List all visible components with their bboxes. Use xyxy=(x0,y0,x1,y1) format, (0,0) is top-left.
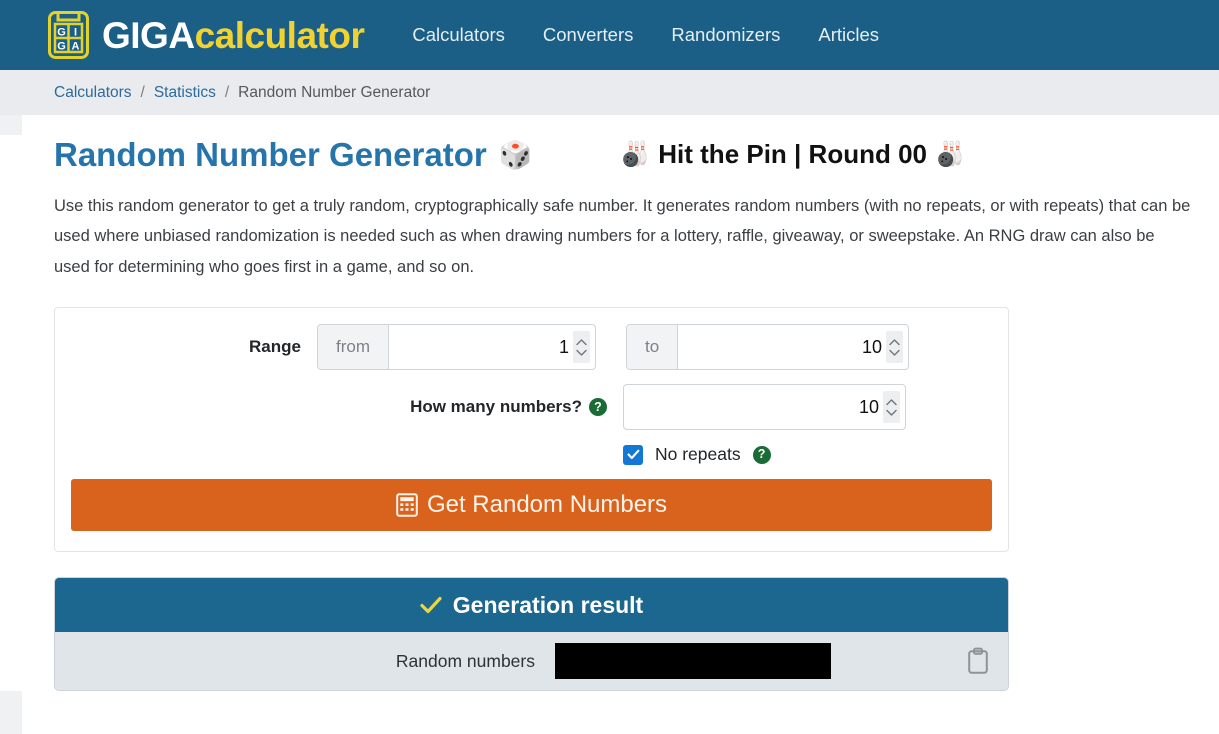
range-row: Range from 1 to 10 xyxy=(71,324,992,371)
count-field[interactable]: 10 xyxy=(624,385,905,429)
nav-calculators[interactable]: Calculators xyxy=(412,24,505,46)
site-header: G I G A GIGAcalculator Calculators Conve… xyxy=(0,0,1219,70)
svg-text:A: A xyxy=(72,41,80,53)
breadcrumb-separator: / xyxy=(140,83,145,101)
number-spinner-icon[interactable] xyxy=(573,331,590,364)
generation-result-header: Generation result xyxy=(55,578,1008,633)
count-row: How many numbers? ? 10 xyxy=(71,384,992,431)
range-from-value: 1 xyxy=(558,336,569,357)
main-navigation: Calculators Converters Randomizers Artic… xyxy=(412,24,879,46)
get-random-numbers-label: Get Random Numbers xyxy=(426,491,668,519)
generation-result-card: Generation result Random numbers xyxy=(54,577,1009,692)
range-to-field[interactable]: 10 xyxy=(678,325,908,369)
brand-logo-link[interactable]: G I G A GIGAcalculator xyxy=(46,9,365,61)
svg-text:I: I xyxy=(74,27,77,39)
brand-wordmark: GIGAcalculator xyxy=(102,14,365,56)
calculator-icon xyxy=(396,493,418,517)
no-repeats-row: No repeats ? xyxy=(623,444,992,465)
brand-word-calculator: calculator xyxy=(194,14,365,56)
question-mark-icon[interactable]: ? xyxy=(752,445,771,464)
nav-articles[interactable]: Articles xyxy=(818,24,879,46)
title-row: Random Number Generator 🎲 🎳 Hit the Pin … xyxy=(54,135,1219,175)
range-to-prefix: to xyxy=(627,325,679,370)
clipboard-copy-icon[interactable] xyxy=(966,647,990,675)
nav-converters[interactable]: Converters xyxy=(543,24,633,46)
dice-icon: 🎲 xyxy=(498,139,533,170)
random-numbers-value-redacted xyxy=(555,643,831,680)
random-numbers-label: Random numbers xyxy=(395,650,535,671)
range-from-input-group[interactable]: from 1 xyxy=(317,324,596,371)
count-input-group[interactable]: 10 xyxy=(623,384,906,431)
breadcrumb-item-current: Random Number Generator xyxy=(238,83,431,101)
main-content: Random Number Generator 🎲 🎳 Hit the Pin … xyxy=(0,135,1219,692)
generation-result-body: Random numbers xyxy=(55,632,1008,691)
range-from-field[interactable]: 1 xyxy=(389,325,595,369)
brand-word-giga: GIGA xyxy=(102,14,195,56)
svg-text:G: G xyxy=(57,27,66,39)
calculator-logo-icon: G I G A xyxy=(46,9,91,61)
range-label: Range xyxy=(249,337,301,357)
count-value: 10 xyxy=(858,396,879,417)
no-repeats-checkbox[interactable] xyxy=(623,444,643,465)
bowling-icon-left: 🎳 xyxy=(620,141,651,169)
range-to-value: 10 xyxy=(861,336,882,357)
game-banner-text: Hit the Pin | Round 00 xyxy=(658,139,927,170)
range-from-prefix: from xyxy=(318,325,389,370)
range-to-input-group[interactable]: to 10 xyxy=(626,324,909,371)
breadcrumb: Calculators / Statistics / Random Number… xyxy=(0,70,1219,115)
breadcrumb-item-statistics[interactable]: Statistics xyxy=(154,84,216,102)
number-spinner-icon[interactable] xyxy=(886,331,903,364)
generation-result-title: Generation result xyxy=(452,591,644,618)
check-icon xyxy=(420,596,442,614)
number-spinner-icon[interactable] xyxy=(883,391,900,424)
calculator-form-card: Range from 1 to 10 How many numbers? ? 1… xyxy=(54,307,1009,553)
breadcrumb-separator: / xyxy=(224,83,230,101)
no-repeats-label[interactable]: No repeats xyxy=(655,444,741,465)
count-label-wrap: How many numbers? ? xyxy=(71,397,623,417)
page-description: Use this random generator to get a truly… xyxy=(54,196,1191,276)
nav-randomizers[interactable]: Randomizers xyxy=(671,24,780,46)
svg-text:G: G xyxy=(57,41,66,53)
game-banner: 🎳 Hit the Pin | Round 00 🎳 xyxy=(620,139,965,170)
question-mark-icon[interactable]: ? xyxy=(589,398,607,417)
bowling-icon-right: 🎳 xyxy=(935,141,965,169)
page-title: Random Number Generator xyxy=(54,136,487,173)
breadcrumb-item-calculators[interactable]: Calculators xyxy=(54,84,132,102)
count-label: How many numbers? xyxy=(410,397,582,417)
get-random-numbers-button[interactable]: Get Random Numbers xyxy=(71,479,992,532)
